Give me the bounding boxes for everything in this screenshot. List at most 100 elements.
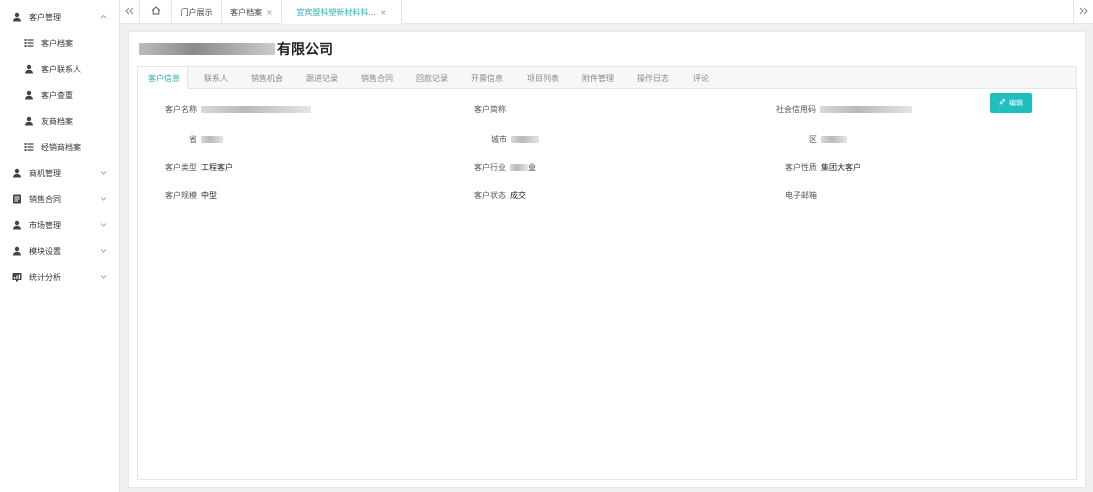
redacted-company-name xyxy=(139,43,275,55)
field-label: 客户简称 xyxy=(474,104,506,114)
field-value: 中型 xyxy=(201,190,217,200)
tab-label: 项目列表 xyxy=(527,73,559,83)
detail-card: 客户信息 联系人 销售机会 跟进记录 销售合同 回款记录 开票信息 项目列表 附… xyxy=(137,66,1077,480)
tab-label: 销售合同 xyxy=(361,73,393,83)
field-value: 集团大客户 xyxy=(821,162,861,172)
redacted-value xyxy=(201,135,223,143)
tab-sales-contracts[interactable]: 销售合同 xyxy=(361,67,393,89)
tab-follow-up[interactable]: 跟进记录 xyxy=(306,67,338,89)
tab-label: 客户信息 xyxy=(148,73,180,83)
tab-invoice-info[interactable]: 开票信息 xyxy=(471,67,503,89)
user-icon xyxy=(24,116,34,126)
sidebar-item-label: 销售合同 xyxy=(29,194,61,204)
field-value: 工程客户 xyxy=(201,162,233,172)
tab-contacts[interactable]: 联系人 xyxy=(204,67,228,89)
tab-label: 操作日志 xyxy=(637,73,669,83)
redacted-value xyxy=(510,163,528,171)
chevron-down-icon xyxy=(99,194,107,202)
field-label: 城市 xyxy=(491,134,507,144)
sidebar-item-opportunity-management[interactable]: 商机管理 xyxy=(0,160,119,186)
sidebar-item-customer-management[interactable]: 客户管理 xyxy=(0,4,119,30)
redacted-value xyxy=(821,135,847,143)
expand-tabs-button[interactable] xyxy=(1073,0,1093,24)
detail-tabs: 客户信息 联系人 销售机会 跟进记录 销售合同 回款记录 开票信息 项目列表 附… xyxy=(138,67,1076,89)
sidebar-item-label: 客户管理 xyxy=(29,12,61,22)
field-status: 客户状态 成交 xyxy=(474,189,526,201)
tab-label: 联系人 xyxy=(204,73,228,83)
edit-button[interactable]: 编辑 xyxy=(990,93,1032,113)
home-tab[interactable] xyxy=(140,0,172,24)
field-customer-name: 客户名称 xyxy=(165,103,311,115)
sidebar-item-customer-archive[interactable]: 客户档案 xyxy=(0,30,119,56)
tab-label: 评论 xyxy=(693,73,709,83)
redacted-value xyxy=(511,135,539,143)
document-icon xyxy=(12,194,22,204)
field-city: 城市 xyxy=(491,133,539,145)
field-industry: 客户行业 业 xyxy=(474,161,536,173)
tab-operation-log[interactable]: 操作日志 xyxy=(637,67,669,89)
tab-label: 附件管理 xyxy=(582,73,614,83)
company-title: 有限公司 xyxy=(139,40,333,58)
sidebar-item-label: 客户查重 xyxy=(41,90,73,100)
field-email: 电子邮箱 xyxy=(785,189,817,201)
collapse-sidebar-button[interactable] xyxy=(120,0,140,24)
sidebar-item-sales-contract[interactable]: 销售合同 xyxy=(0,186,119,212)
tab-label: 客户档案 xyxy=(230,7,263,17)
user-icon xyxy=(12,220,22,230)
close-icon[interactable]: × xyxy=(380,8,387,17)
field-label: 电子邮箱 xyxy=(785,190,817,200)
field-label: 客户名称 xyxy=(165,104,197,114)
tab-company-detail[interactable]: 宜宾盟科塑新材料科... × xyxy=(282,0,402,24)
tab-payment-records[interactable]: 回款记录 xyxy=(416,67,448,89)
tab-comments[interactable]: 评论 xyxy=(693,67,709,89)
chevron-down-icon xyxy=(99,272,107,280)
double-chevron-left-icon xyxy=(125,7,134,18)
field-customer-type: 客户类型 工程客户 xyxy=(165,161,233,173)
sidebar-item-module-settings[interactable]: 模块设置 xyxy=(0,238,119,264)
sidebar-item-customer-duplicate-check[interactable]: 客户查重 xyxy=(0,82,119,108)
pencil-icon xyxy=(999,98,1006,108)
company-name-suffix: 有限公司 xyxy=(277,42,333,58)
sidebar-item-dealer-archive[interactable]: 经销商档案 xyxy=(0,134,119,160)
sidebar-item-label: 客户档案 xyxy=(41,38,73,48)
sidebar-item-competitor-archive[interactable]: 友商档案 xyxy=(0,108,119,134)
redacted-value xyxy=(820,105,912,113)
tab-portal[interactable]: 门户展示 xyxy=(172,0,222,24)
home-icon xyxy=(151,6,161,18)
sidebar-item-label: 客户联系人 xyxy=(41,64,81,74)
sidebar-item-label: 友商档案 xyxy=(41,116,73,126)
chevron-down-icon xyxy=(99,246,107,254)
sidebar-item-statistics[interactable]: 统计分析 xyxy=(0,264,119,290)
field-province: 省 xyxy=(189,133,223,145)
tab-label: 宜宾盟科塑新材料科... xyxy=(296,7,376,17)
tab-customer-info[interactable]: 客户信息 xyxy=(138,67,188,89)
sidebar-item-label: 商机管理 xyxy=(29,168,61,178)
field-scale: 客户规模 中型 xyxy=(165,189,217,201)
close-icon[interactable]: × xyxy=(266,8,273,17)
user-icon xyxy=(24,90,34,100)
tab-customer-archive[interactable]: 客户档案 × xyxy=(222,0,282,24)
sidebar-item-customer-contacts[interactable]: 客户联系人 xyxy=(0,56,119,82)
user-icon xyxy=(24,64,34,74)
redacted-value xyxy=(201,105,311,113)
sidebar: 客户管理 客户档案 客户联系人 客户查重 友商档案 经销商档案 商机管理 销售合… xyxy=(0,0,120,492)
chart-icon xyxy=(12,272,22,282)
field-label: 区 xyxy=(809,134,817,144)
tab-bar: 门户展示 客户档案 × 宜宾盟科塑新材料科... × xyxy=(120,0,1093,24)
field-label: 客户状态 xyxy=(474,190,506,200)
field-label: 社会信用码 xyxy=(776,104,816,114)
tab-project-list[interactable]: 项目列表 xyxy=(527,67,559,89)
user-icon xyxy=(12,246,22,256)
field-label: 省 xyxy=(189,134,197,144)
sidebar-item-label: 经销商档案 xyxy=(41,142,81,152)
tab-label: 回款记录 xyxy=(416,73,448,83)
field-nature: 客户性质 集团大客户 xyxy=(785,161,861,173)
main-panel: 有限公司 客户信息 联系人 销售机会 跟进记录 销售合同 回款记录 开票信息 项… xyxy=(128,31,1086,488)
field-label: 客户行业 xyxy=(474,162,506,172)
field-label: 客户性质 xyxy=(785,162,817,172)
tab-attachments[interactable]: 附件管理 xyxy=(582,67,614,89)
chevron-up-icon xyxy=(99,12,107,20)
sidebar-item-market-management[interactable]: 市场管理 xyxy=(0,212,119,238)
tab-sales-opportunities[interactable]: 销售机会 xyxy=(251,67,283,89)
field-value: 成交 xyxy=(510,190,526,200)
